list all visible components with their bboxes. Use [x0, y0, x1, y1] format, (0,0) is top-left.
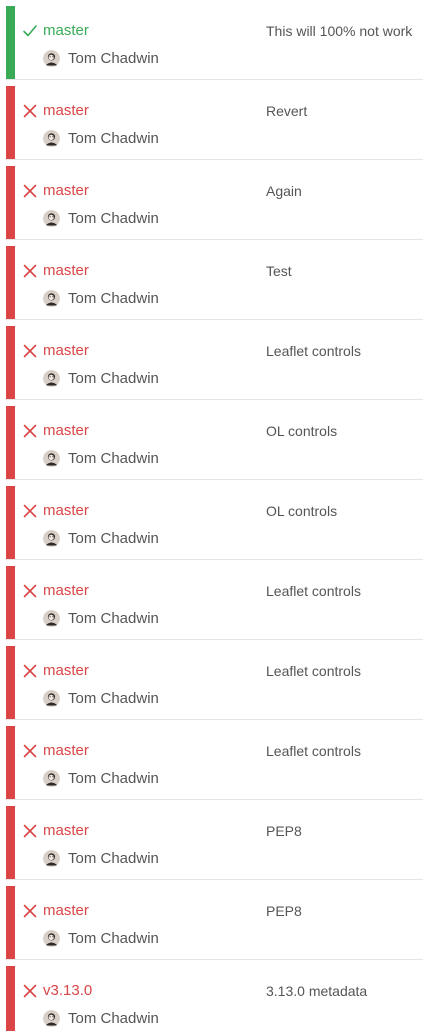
status-bar: [6, 886, 15, 959]
build-list: master Tom Chadwin This will 100% not wo…: [0, 0, 423, 1031]
build-row[interactable]: master Tom Chadwin Leaflet controls: [6, 646, 423, 720]
cross-icon: [23, 904, 37, 918]
commit-message[interactable]: Leaflet controls: [266, 341, 421, 361]
author-name: Tom Chadwin: [68, 610, 159, 627]
branch-name[interactable]: master: [43, 901, 89, 921]
status-bar: [6, 646, 15, 719]
avatar: [43, 290, 60, 307]
commit-message[interactable]: Again: [266, 181, 421, 201]
branch-name[interactable]: v3.13.0: [43, 981, 92, 1001]
commit-message[interactable]: Revert: [266, 101, 421, 121]
status-bar: [6, 86, 15, 159]
status-bar: [6, 406, 15, 479]
build-row[interactable]: master Tom Chadwin Revert: [6, 86, 423, 160]
cross-icon: [23, 664, 37, 678]
cross-icon: [23, 584, 37, 598]
branch-name[interactable]: master: [43, 581, 89, 601]
branch-name[interactable]: master: [43, 261, 89, 281]
avatar: [43, 530, 60, 547]
branch-name[interactable]: master: [43, 661, 89, 681]
status-bar: [6, 726, 15, 799]
avatar: [43, 690, 60, 707]
branch-name[interactable]: master: [43, 21, 89, 41]
build-row[interactable]: master Tom Chadwin Test: [6, 246, 423, 320]
cross-icon: [23, 744, 37, 758]
cross-icon: [23, 184, 37, 198]
cross-icon: [23, 424, 37, 438]
build-row[interactable]: master Tom Chadwin Leaflet controls: [6, 726, 423, 800]
status-bar: [6, 486, 15, 559]
author-name: Tom Chadwin: [68, 130, 159, 147]
branch-name[interactable]: master: [43, 181, 89, 201]
status-bar: [6, 166, 15, 239]
status-bar: [6, 966, 15, 1031]
commit-message[interactable]: Leaflet controls: [266, 581, 421, 601]
status-bar: [6, 246, 15, 319]
build-row[interactable]: master Tom Chadwin Leaflet controls: [6, 566, 423, 640]
author-name: Tom Chadwin: [68, 850, 159, 867]
commit-message[interactable]: 3.13.0 metadata: [266, 981, 421, 1001]
author-name: Tom Chadwin: [68, 370, 159, 387]
build-row[interactable]: master Tom Chadwin OL controls: [6, 486, 423, 560]
avatar: [43, 850, 60, 867]
commit-message[interactable]: Leaflet controls: [266, 661, 421, 681]
avatar: [43, 210, 60, 227]
status-bar: [6, 6, 15, 79]
avatar: [43, 450, 60, 467]
branch-name[interactable]: master: [43, 501, 89, 521]
build-row[interactable]: master Tom Chadwin PEP8: [6, 806, 423, 880]
avatar: [43, 50, 60, 67]
author-name: Tom Chadwin: [68, 290, 159, 307]
build-row[interactable]: master Tom Chadwin OL controls: [6, 406, 423, 480]
cross-icon: [23, 344, 37, 358]
avatar: [43, 1010, 60, 1027]
author-name: Tom Chadwin: [68, 50, 159, 67]
avatar: [43, 770, 60, 787]
commit-message[interactable]: PEP8: [266, 901, 421, 921]
commit-message[interactable]: Leaflet controls: [266, 741, 421, 761]
check-icon: [23, 25, 37, 37]
author-name: Tom Chadwin: [68, 930, 159, 947]
author-name: Tom Chadwin: [68, 1010, 159, 1027]
avatar: [43, 930, 60, 947]
author-name: Tom Chadwin: [68, 770, 159, 787]
avatar: [43, 610, 60, 627]
status-bar: [6, 806, 15, 879]
author-name: Tom Chadwin: [68, 450, 159, 467]
cross-icon: [23, 984, 37, 998]
branch-name[interactable]: master: [43, 341, 89, 361]
build-row[interactable]: master Tom Chadwin Leaflet controls: [6, 326, 423, 400]
commit-message[interactable]: This will 100% not work: [266, 21, 421, 41]
author-name: Tom Chadwin: [68, 690, 159, 707]
cross-icon: [23, 824, 37, 838]
commit-message[interactable]: OL controls: [266, 421, 421, 441]
author-name: Tom Chadwin: [68, 210, 159, 227]
commit-message[interactable]: PEP8: [266, 821, 421, 841]
cross-icon: [23, 264, 37, 278]
branch-name[interactable]: master: [43, 101, 89, 121]
cross-icon: [23, 104, 37, 118]
commit-message[interactable]: OL controls: [266, 501, 421, 521]
build-row[interactable]: master Tom Chadwin Again: [6, 166, 423, 240]
branch-name[interactable]: master: [43, 821, 89, 841]
build-row[interactable]: master Tom Chadwin PEP8: [6, 886, 423, 960]
author-name: Tom Chadwin: [68, 530, 159, 547]
commit-message[interactable]: Test: [266, 261, 421, 281]
branch-name[interactable]: master: [43, 741, 89, 761]
status-bar: [6, 566, 15, 639]
avatar: [43, 130, 60, 147]
cross-icon: [23, 504, 37, 518]
avatar: [43, 370, 60, 387]
build-row[interactable]: v3.13.0 Tom Chadwin 3.13.0 metadata: [6, 966, 423, 1031]
branch-name[interactable]: master: [43, 421, 89, 441]
status-bar: [6, 326, 15, 399]
build-row[interactable]: master Tom Chadwin This will 100% not wo…: [6, 6, 423, 80]
